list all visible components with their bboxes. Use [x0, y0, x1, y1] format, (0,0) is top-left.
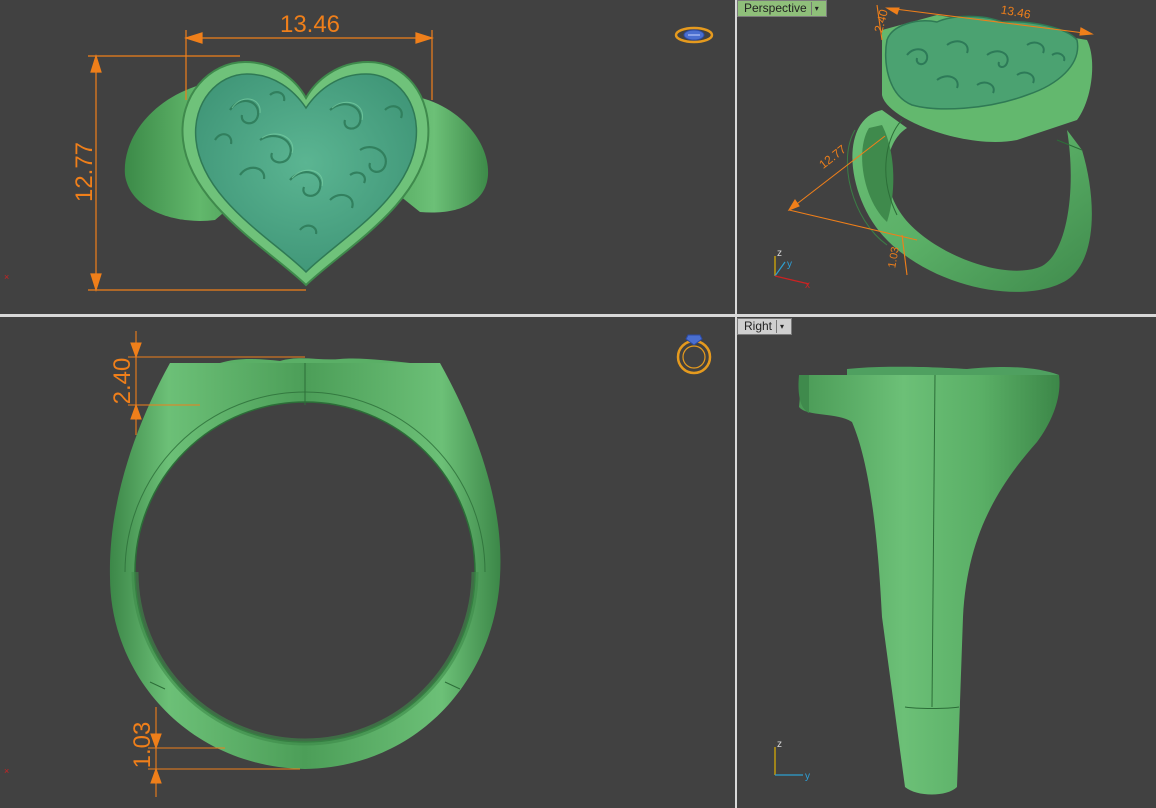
- front-dim-top: 2.40: [109, 358, 136, 405]
- viewport-perspective[interactable]: 13.46 2.40 12.77 1.03 z y x Perspective …: [737, 0, 1156, 314]
- perspective-canvas: 13.46 2.40 12.77 1.03 z y x: [774, 3, 1094, 292]
- right-view-canvas: z y: [774, 366, 1060, 795]
- svg-text:y: y: [787, 259, 792, 270]
- svg-text:x: x: [805, 280, 810, 291]
- persp-dim-band: 1.03: [886, 246, 902, 269]
- dim-height-label: 12.77: [71, 142, 98, 202]
- front-dim-bottom: 1.03: [129, 722, 156, 769]
- ring-side-profile: [799, 375, 1060, 795]
- top-view-canvas: 13.46 12.77: [71, 11, 714, 293]
- axis-gizmo-right: z y: [774, 739, 810, 782]
- front-view-canvas: 2.40 1.03: [109, 331, 712, 797]
- viewport-divider-vertical[interactable]: [735, 0, 737, 808]
- dim-width-label: 13.46: [280, 11, 340, 38]
- origin-marker-front: ×: [4, 766, 10, 776]
- viewport-label-text: Right: [744, 319, 773, 333]
- viewport-label-perspective[interactable]: Perspective ▾: [737, 0, 827, 17]
- persp-dim-width: 13.46: [1000, 3, 1032, 22]
- viewport-divider-horizontal[interactable]: [0, 314, 1156, 317]
- viewport-dropdown-icon[interactable]: ▾: [810, 2, 822, 15]
- axis-gizmo-perspective: z y x: [774, 248, 810, 291]
- svg-text:z: z: [777, 739, 782, 750]
- ring-top-icon[interactable]: [674, 26, 714, 44]
- viewport-dropdown-icon[interactable]: ▾: [776, 320, 787, 333]
- ring-front-icon[interactable]: [676, 334, 712, 375]
- svg-text:y: y: [805, 771, 810, 782]
- viewport-front[interactable]: 2.40 1.03 ×: [0, 317, 735, 808]
- viewport-top[interactable]: 13.46 12.77 ×: [0, 0, 735, 314]
- viewport-label-right[interactable]: Right ▾: [737, 318, 793, 335]
- viewport-right[interactable]: z y Right ▾: [737, 317, 1156, 808]
- viewport-label-text: Perspective: [744, 1, 807, 15]
- svg-text:z: z: [777, 248, 782, 259]
- origin-marker: ×: [4, 272, 10, 282]
